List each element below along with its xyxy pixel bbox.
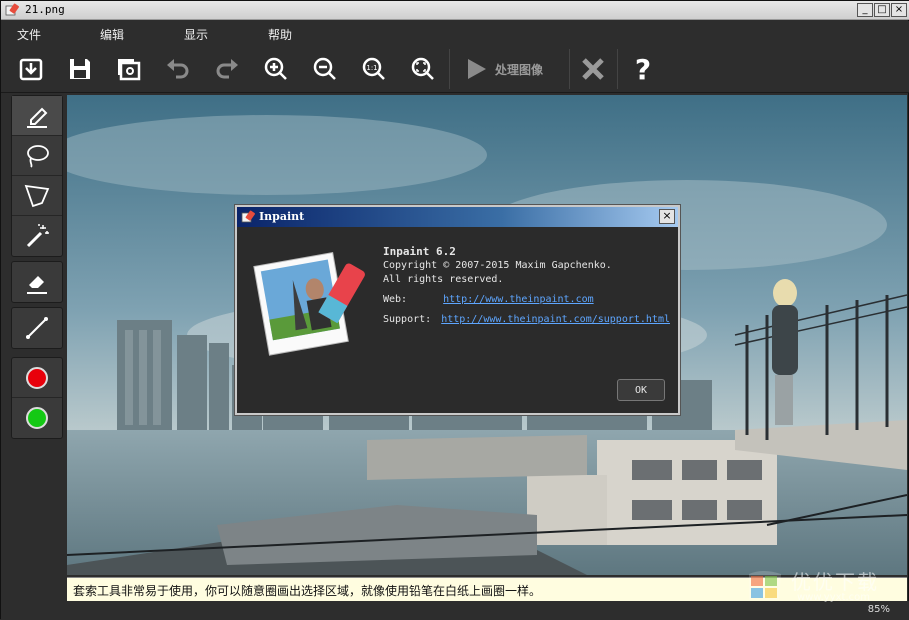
eraser-tools: [11, 261, 63, 303]
save-button[interactable]: [62, 51, 98, 87]
undo-icon: [167, 59, 189, 79]
inpaint-icon: [241, 210, 255, 223]
color-tools: [11, 357, 63, 439]
green-marker-button[interactable]: [12, 398, 62, 438]
menu-view[interactable]: 显示: [184, 26, 208, 43]
watermark-url: www.yyxt.com: [797, 592, 871, 603]
web-label: Web:: [383, 294, 408, 305]
magic-wand-icon: [26, 224, 49, 248]
save-icon: [70, 59, 90, 79]
maximize-button[interactable]: □: [874, 3, 890, 17]
redo-button[interactable]: [209, 51, 245, 87]
app-window: 21.png _ □ × 文件 编辑 显示 帮助 1:1 处理图像 ? Inpa…: [0, 0, 909, 620]
marker-icon: [27, 107, 48, 128]
magic-wand-tool[interactable]: [12, 216, 62, 256]
web-row: Web: http://www.theinpaint.com: [383, 294, 594, 305]
menu-help[interactable]: 帮助: [268, 26, 292, 43]
site-watermark: 优优下载 www.yyxt.com: [743, 566, 903, 606]
title-bar[interactable]: 21.png _ □ ×: [1, 1, 909, 20]
hint-text: 套索工具非常易于使用，你可以随意圈画出选择区域，就像使用铅笔在白纸上画圈一样。: [73, 584, 542, 598]
support-row: Support: http://www.theinpaint.com/suppo…: [383, 314, 670, 325]
zoom-in-button[interactable]: [258, 51, 294, 87]
green-color-swatch: [26, 407, 48, 429]
redo-icon: [216, 59, 238, 79]
svg-text:1:1: 1:1: [366, 64, 377, 72]
web-link[interactable]: http://www.theinpaint.com: [443, 294, 594, 305]
red-color-swatch: [26, 366, 48, 389]
zoom-fit-button[interactable]: [405, 51, 441, 87]
zoom-actual-icon: 1:1: [362, 57, 385, 80]
about-dialog: Inpaint × Inpaint 6.2 Copyright © 2007-2…: [235, 205, 680, 415]
tool-panel: [1, 93, 67, 620]
marker-tool[interactable]: [12, 96, 62, 136]
help-icon: ?: [635, 55, 651, 83]
watermark-logo-icon: [749, 571, 781, 600]
zoom-actual-button[interactable]: 1:1: [356, 51, 392, 87]
copyright-text: Copyright © 2007-2015 Maxim Gapchenko.: [383, 260, 612, 271]
ok-button[interactable]: OK: [617, 379, 665, 401]
polygon-lasso-icon: [24, 184, 50, 207]
app-icon: [5, 3, 19, 16]
menu-edit[interactable]: 编辑: [100, 26, 124, 43]
undo-button[interactable]: [160, 51, 196, 87]
line-icon: [26, 317, 48, 339]
support-link[interactable]: http://www.theinpaint.com/support.html: [441, 314, 670, 325]
app-version: Inpaint 6.2: [383, 245, 456, 258]
cancel-button[interactable]: [575, 51, 611, 87]
open-icon: [19, 58, 43, 81]
selection-tools: [11, 95, 63, 257]
process-image-label: 处理图像: [495, 62, 544, 77]
process-image-button[interactable]: 处理图像: [459, 51, 567, 87]
open-button[interactable]: [13, 51, 49, 87]
line-tool[interactable]: [12, 308, 62, 348]
red-marker-button[interactable]: [12, 358, 62, 398]
help-button[interactable]: ?: [625, 51, 661, 87]
menu-bar: 文件 编辑 显示 帮助: [1, 21, 909, 45]
toolbar-separator: [617, 49, 618, 89]
rights-text: All rights reserved.: [383, 274, 504, 285]
play-icon: [468, 59, 486, 79]
zoom-fit-icon: [411, 57, 434, 80]
line-tools: [11, 307, 63, 349]
about-dialog-title: Inpaint: [259, 210, 305, 223]
support-label: Support:: [383, 314, 432, 325]
polygon-lasso-tool[interactable]: [12, 176, 62, 216]
eraser-tool[interactable]: [12, 262, 62, 302]
cancel-icon: [582, 58, 604, 80]
minimize-button[interactable]: _: [857, 3, 873, 17]
toolbar-separator: [569, 49, 570, 89]
menu-file[interactable]: 文件: [17, 26, 41, 43]
svg-text:?: ?: [635, 55, 651, 83]
lasso-tool[interactable]: [12, 136, 62, 176]
about-dialog-body: Inpaint 6.2 Copyright © 2007-2015 Maxim …: [237, 227, 678, 413]
zoom-out-icon: [313, 57, 336, 80]
watermark-title: 优优下载: [791, 570, 879, 594]
toolbar: 1:1 处理图像 ?: [1, 45, 909, 93]
lasso-icon: [27, 144, 49, 168]
save-as-button[interactable]: [111, 51, 147, 87]
eraser-icon: [27, 276, 47, 294]
about-close-button[interactable]: ×: [659, 209, 675, 224]
inpaint-logo: [253, 252, 365, 356]
close-button[interactable]: ×: [891, 3, 907, 17]
toolbar-separator: [449, 49, 450, 89]
zoom-in-icon: [264, 57, 287, 80]
save-as-icon: [118, 59, 141, 81]
about-dialog-titlebar[interactable]: Inpaint ×: [237, 207, 678, 227]
zoom-out-button[interactable]: [307, 51, 343, 87]
window-title: 21.png: [25, 3, 65, 16]
